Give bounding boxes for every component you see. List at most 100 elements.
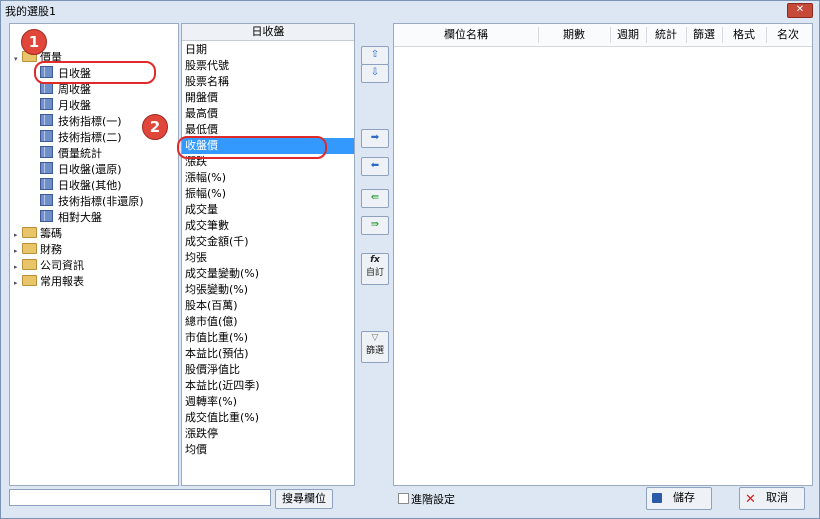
tree-group-label: 籌碼 xyxy=(40,227,62,240)
header-stats[interactable]: 統計 xyxy=(646,28,686,42)
remove-all-button[interactable]: ⇚ xyxy=(361,189,389,208)
table-icon xyxy=(40,98,53,110)
header-filter[interactable]: 篩選 xyxy=(686,28,722,42)
search-field-button[interactable]: 搜尋欄位 xyxy=(275,489,333,509)
tree-item-tech-indicator-1[interactable]: 技術指標(一) xyxy=(40,114,122,130)
field-item[interactable]: 股本(百萬) xyxy=(185,298,238,314)
table-icon xyxy=(40,194,53,206)
field-item[interactable]: 均張 xyxy=(185,250,207,266)
tree-item-label: 價量統計 xyxy=(58,147,102,160)
custom-label: 自訂 xyxy=(365,268,384,278)
step-2-highlight-ring xyxy=(177,136,327,159)
floppy-disk-icon xyxy=(652,493,662,503)
tree-group-financials[interactable]: ▸ 財務 xyxy=(14,242,62,258)
header-format[interactable]: 格式 xyxy=(722,28,766,42)
field-item[interactable]: 市值比重(%) xyxy=(185,330,248,346)
tree-item-relative-market[interactable]: 相對大盤 xyxy=(40,210,102,226)
field-list-header: 日收盤 xyxy=(182,24,354,41)
table-icon xyxy=(40,178,53,190)
field-item[interactable]: 成交值比重(%) xyxy=(185,410,259,426)
step-2-badge: 2 xyxy=(142,114,168,140)
add-all-button[interactable]: ⇛ xyxy=(361,216,389,235)
selected-columns-table: 欄位名稱 期數 週期 統計 篩選 格式 名次 xyxy=(393,23,813,486)
step-1-highlight-ring xyxy=(34,61,156,84)
filter-button[interactable]: ▽ 篩選 xyxy=(361,331,389,363)
add-field-button[interactable]: ➡ xyxy=(361,129,389,148)
window-title: 我的選股1 xyxy=(5,5,56,18)
tree-item-monthly-close[interactable]: 月收盤 xyxy=(40,98,91,114)
collapsed-arrow-icon[interactable]: ▸ xyxy=(14,227,22,243)
folder-icon xyxy=(22,243,37,254)
header-cycle[interactable]: 週期 xyxy=(610,28,646,42)
field-item[interactable]: 振幅(%) xyxy=(185,186,226,202)
move-down-button[interactable]: ⇩ xyxy=(361,64,389,83)
field-list: 日收盤 日期 股票代號 股票名稱 開盤價 最高價 最低價 收盤價 漲跌 漲幅(%) 振幅(%) 成交… xyxy=(181,23,355,486)
red-x-icon: ✕ xyxy=(745,492,756,507)
remove-field-button[interactable]: ⬅ xyxy=(361,157,389,176)
field-item[interactable]: 總市值(億) xyxy=(185,314,238,330)
tree-item-tech-indicator-unadjusted[interactable]: 技術指標(非還原) xyxy=(40,194,144,210)
tree-item-label: 技術指標(一) xyxy=(58,115,122,128)
table-icon xyxy=(40,210,53,222)
search-field-input[interactable] xyxy=(9,489,271,506)
tree-item-tech-indicator-2[interactable]: 技術指標(二) xyxy=(40,130,122,146)
table-icon xyxy=(40,162,53,174)
tree-item-daily-close-other[interactable]: 日收盤(其他) xyxy=(40,178,122,194)
tree-group-label: 常用報表 xyxy=(40,275,84,288)
save-label: 儲存 xyxy=(673,491,695,504)
tree-group-common-reports[interactable]: ▸ 常用報表 xyxy=(14,274,84,290)
collapsed-arrow-icon[interactable]: ▸ xyxy=(14,259,22,275)
tree-item-label: 日收盤(還原) xyxy=(58,163,122,176)
category-tree: ▾ 價量 日收盤 周收盤 月收盤 技術指標(一) 技術指標(二) 價量統計 日收盤… xyxy=(9,23,179,486)
field-item[interactable]: 週轉率(%) xyxy=(185,394,237,410)
tree-item-label: 日收盤(其他) xyxy=(58,179,122,192)
header-field-name[interactable]: 欄位名稱 xyxy=(394,28,538,42)
title-bar: 我的選股1 ✕ xyxy=(1,1,819,19)
field-item[interactable]: 均價 xyxy=(185,442,207,458)
close-button[interactable]: ✕ xyxy=(787,3,813,18)
tree-item-weekly-close[interactable]: 周收盤 xyxy=(40,82,91,98)
field-item[interactable]: 漲跌停 xyxy=(185,426,218,442)
header-rank[interactable]: 名次 xyxy=(766,28,810,42)
tree-group-label: 財務 xyxy=(40,243,62,256)
tree-group-label: 公司資訊 xyxy=(40,259,84,272)
field-item[interactable]: 漲幅(%) xyxy=(185,170,226,186)
table-icon xyxy=(40,130,53,142)
field-item[interactable]: 最高價 xyxy=(185,106,218,122)
tree-item-label: 月收盤 xyxy=(58,99,91,112)
field-item[interactable]: 股票名稱 xyxy=(185,74,229,90)
field-item[interactable]: 股票代號 xyxy=(185,58,229,74)
tree-item-label: 相對大盤 xyxy=(58,211,102,224)
tree-group-chips[interactable]: ▸ 籌碼 xyxy=(14,226,62,242)
folder-icon xyxy=(22,275,37,286)
field-item[interactable]: 本益比(近四季) xyxy=(185,378,260,394)
tree-item-daily-close-adjusted[interactable]: 日收盤(還原) xyxy=(40,162,122,178)
field-item[interactable]: 開盤價 xyxy=(185,90,218,106)
field-item[interactable]: 股價淨值比 xyxy=(185,362,240,378)
funnel-icon: ▽ xyxy=(371,333,379,343)
tree-group-company-info[interactable]: ▸ 公司資訊 xyxy=(14,258,84,274)
field-item[interactable]: 成交金額(千) xyxy=(185,234,249,250)
move-up-button[interactable]: ⇧ xyxy=(361,46,389,65)
field-item[interactable]: 本益比(預估) xyxy=(185,346,249,362)
custom-formula-button[interactable]: fx 自訂 xyxy=(361,253,389,285)
field-item[interactable]: 均張變動(%) xyxy=(185,282,248,298)
filter-label: 篩選 xyxy=(365,346,384,356)
field-item[interactable]: 日期 xyxy=(185,42,207,58)
advanced-settings-checkbox[interactable] xyxy=(398,493,409,504)
step-1-badge: 1 xyxy=(21,29,47,55)
collapsed-arrow-icon[interactable]: ▸ xyxy=(14,243,22,259)
table-icon xyxy=(40,146,53,158)
save-button[interactable]: 儲存 xyxy=(646,487,712,510)
expanded-arrow-icon[interactable]: ▾ xyxy=(14,51,22,67)
table-icon xyxy=(40,114,53,126)
field-item[interactable]: 成交量變動(%) xyxy=(185,266,259,282)
collapsed-arrow-icon[interactable]: ▸ xyxy=(14,275,22,291)
cancel-label: 取消 xyxy=(766,491,788,504)
dialog-window: 我的選股1 ✕ ▾ 價量 日收盤 周收盤 月收盤 技術指標(一) 技術指標(二) … xyxy=(0,0,820,519)
cancel-button[interactable]: ✕ 取消 xyxy=(739,487,805,510)
field-item[interactable]: 成交筆數 xyxy=(185,218,229,234)
field-item[interactable]: 成交量 xyxy=(185,202,218,218)
header-periods[interactable]: 期數 xyxy=(538,28,610,42)
tree-item-price-volume-stats[interactable]: 價量統計 xyxy=(40,146,102,162)
